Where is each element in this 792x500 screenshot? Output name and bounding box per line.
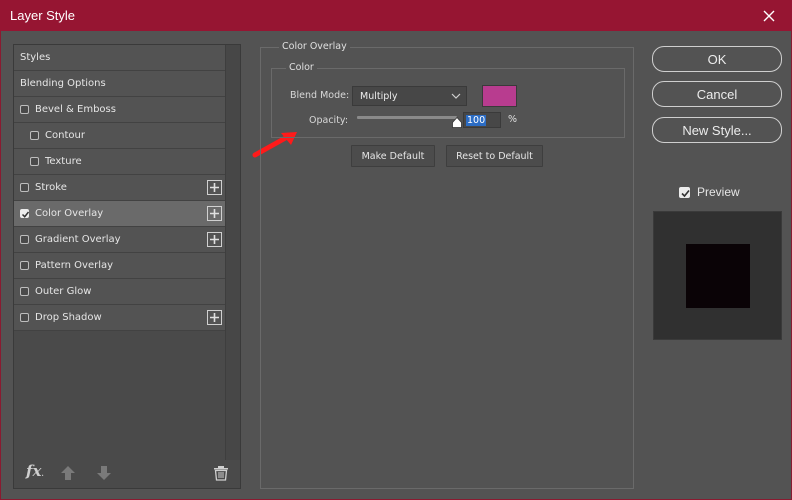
- styles-item-label: Styles: [20, 52, 51, 63]
- styles-item-label: Contour: [45, 130, 85, 141]
- plus-icon: [210, 209, 219, 218]
- opacity-unit: %: [508, 114, 518, 125]
- opacity-slider-track[interactable]: [357, 116, 457, 119]
- title-bar: Layer Style: [0, 0, 792, 31]
- plus-icon: [210, 183, 219, 192]
- styles-item-label: Outer Glow: [35, 286, 92, 297]
- styles-item-stroke[interactable]: Stroke: [14, 175, 226, 201]
- fx-button[interactable]: fx.: [26, 462, 44, 480]
- move-up-icon[interactable]: [60, 465, 76, 481]
- preview-label: Preview: [697, 185, 740, 199]
- color-group-title: Color: [286, 62, 317, 73]
- pattern-overlay-checkbox[interactable]: [20, 261, 29, 270]
- cancel-button[interactable]: Cancel: [652, 81, 782, 107]
- color-overlay-checkbox[interactable]: [20, 209, 30, 218]
- move-down-icon[interactable]: [96, 465, 112, 481]
- add-gradient-overlay-button[interactable]: [207, 232, 222, 247]
- color-overlay-section: Color Overlay Color Blend Mode: Multiply…: [260, 41, 634, 489]
- preview-checkbox[interactable]: [679, 186, 690, 198]
- styles-panel: Styles Blending Options Bevel & Emboss Cont…: [13, 44, 241, 489]
- checkmark-icon: [681, 189, 690, 197]
- styles-item-label: Gradient Overlay: [35, 234, 121, 245]
- add-color-overlay-button[interactable]: [207, 206, 222, 221]
- styles-item-texture[interactable]: Texture: [14, 149, 226, 175]
- add-drop-shadow-button[interactable]: [207, 310, 222, 325]
- overlay-color-swatch[interactable]: [482, 85, 517, 107]
- styles-item-gradient-overlay[interactable]: Gradient Overlay: [14, 227, 226, 253]
- blend-mode-label: Blend Mode:: [290, 90, 350, 101]
- styles-item-label: Blending Options: [20, 78, 106, 89]
- dialog-body: Styles Blending Options Bevel & Emboss Cont…: [0, 31, 792, 500]
- styles-scrollbar[interactable]: [225, 45, 240, 460]
- styles-item-color-overlay[interactable]: Color Overlay: [14, 201, 226, 227]
- reset-to-default-button[interactable]: Reset to Default: [446, 145, 543, 167]
- blend-mode-select[interactable]: Multiply: [352, 86, 467, 106]
- preview-toggle[interactable]: Preview: [679, 185, 740, 199]
- checkmark-icon: [21, 211, 30, 218]
- style-preview: [653, 211, 782, 340]
- fx-sub: .: [41, 469, 44, 478]
- plus-icon: [210, 313, 219, 322]
- bevel-emboss-checkbox[interactable]: [20, 105, 29, 114]
- texture-checkbox[interactable]: [30, 157, 39, 166]
- opacity-value: 100: [466, 114, 487, 126]
- close-icon: [763, 10, 775, 21]
- ok-button[interactable]: OK: [652, 46, 782, 72]
- drop-shadow-checkbox[interactable]: [20, 313, 29, 322]
- section-title: Color Overlay: [279, 41, 350, 52]
- blend-mode-value: Multiply: [360, 90, 398, 102]
- stroke-checkbox[interactable]: [20, 183, 29, 192]
- styles-item-drop-shadow[interactable]: Drop Shadow: [14, 305, 226, 331]
- preview-swatch: [686, 244, 750, 308]
- styles-item-label: Color Overlay: [35, 208, 104, 219]
- styles-item-bevel-emboss[interactable]: Bevel & Emboss: [14, 97, 226, 123]
- styles-item-blending-options[interactable]: Blending Options: [14, 71, 226, 97]
- styles-item-label: Stroke: [35, 182, 67, 193]
- contour-checkbox[interactable]: [30, 131, 39, 140]
- styles-item-pattern-overlay[interactable]: Pattern Overlay: [14, 253, 226, 279]
- opacity-label: Opacity:: [309, 115, 349, 126]
- gradient-overlay-checkbox[interactable]: [20, 235, 29, 244]
- make-default-button[interactable]: Make Default: [351, 145, 435, 167]
- styles-item-label: Bevel & Emboss: [35, 104, 116, 115]
- opacity-input[interactable]: 100: [463, 112, 501, 128]
- close-button[interactable]: [746, 0, 792, 31]
- fx-label: fx: [26, 462, 42, 480]
- trash-icon[interactable]: [213, 465, 229, 481]
- chevron-down-icon: [451, 93, 461, 99]
- styles-item-label: Texture: [45, 156, 82, 167]
- add-stroke-button[interactable]: [207, 180, 222, 195]
- window-title: Layer Style: [10, 8, 76, 23]
- new-style-button[interactable]: New Style...: [652, 117, 782, 143]
- opacity-slider-handle[interactable]: [452, 117, 462, 128]
- styles-footer: fx.: [14, 458, 240, 488]
- plus-icon: [210, 235, 219, 244]
- styles-item-label: Pattern Overlay: [35, 260, 114, 271]
- styles-item-label: Drop Shadow: [35, 312, 102, 323]
- styles-item-styles[interactable]: Styles: [14, 45, 226, 71]
- outer-glow-checkbox[interactable]: [20, 287, 29, 296]
- styles-list: Styles Blending Options Bevel & Emboss Cont…: [14, 45, 226, 331]
- styles-item-contour[interactable]: Contour: [14, 123, 226, 149]
- color-group: Color Blend Mode: Multiply Opacity: 100 …: [271, 62, 625, 138]
- styles-item-outer-glow[interactable]: Outer Glow: [14, 279, 226, 305]
